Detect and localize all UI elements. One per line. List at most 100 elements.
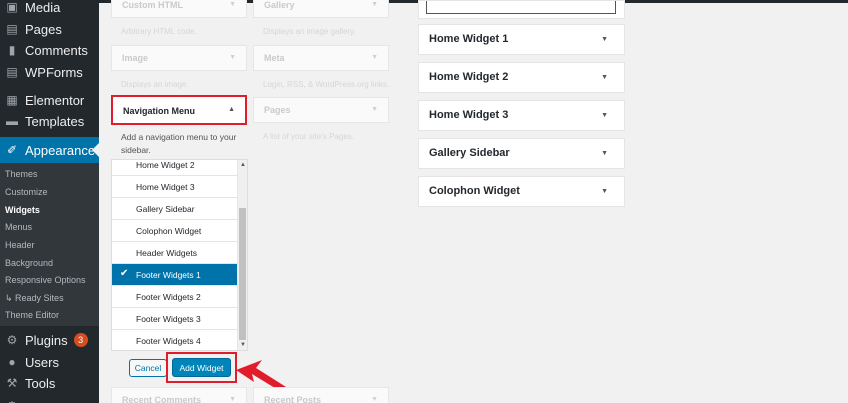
sidebar-widget-area-bottom [418, 0, 625, 19]
list-item[interactable]: Footer Widgets 3 [112, 308, 238, 330]
submenu-customize[interactable]: Customize [5, 185, 48, 199]
elementor-icon: ▦ [6, 93, 18, 107]
plugins-icon: ⚙ [6, 333, 18, 347]
wpforms-icon: ▤ [6, 65, 18, 79]
settings-icon: ⚙ [5, 399, 19, 403]
widget-title: Navigation Menu [123, 106, 196, 116]
submenu-widgets[interactable]: Widgets [5, 203, 40, 217]
sidebar-title: Colophon Widget [429, 185, 520, 197]
submenu-theme-editor[interactable]: Theme Editor [5, 308, 59, 322]
sidebar-title: Gallery Sidebar [429, 147, 510, 159]
menu-item-pages[interactable]: ▤ Pages [0, 18, 99, 40]
sidebar-colophon-widget[interactable]: Colophon Widget ▼ [418, 176, 625, 207]
list-item[interactable]: Home Widget 2 [112, 160, 238, 176]
widget-description: Add a navigation menu to your sidebar. [121, 132, 237, 155]
list-item[interactable]: Footer Widgets 2 [112, 286, 238, 308]
menu-item-label: Elementor [25, 92, 85, 108]
widget-description: Arbitrary HTML code. [121, 27, 197, 36]
sidebar-home-widget-3[interactable]: Home Widget 3 ▼ [418, 100, 625, 131]
sidebar-home-widget-2[interactable]: Home Widget 2 ▼ [418, 62, 625, 93]
widget-custom-html[interactable]: Custom HTML ▼ [111, 0, 247, 18]
menu-item-label: Plugins [25, 332, 68, 348]
list-item[interactable]: Footer Widgets 4 [112, 330, 238, 350]
widget-pages[interactable]: Pages ▼ [253, 97, 389, 123]
menu-item-settings[interactable]: ⚙ [0, 395, 99, 403]
scroll-thumb[interactable] [239, 208, 246, 340]
widget-image[interactable]: Image ▼ [111, 45, 247, 71]
list-item[interactable]: Colophon Widget [112, 220, 238, 242]
menu-item-appearance[interactable]: ✐ Appearance [0, 137, 99, 163]
widget-title: Image [122, 53, 149, 63]
widget-meta[interactable]: Meta ▼ [253, 45, 389, 71]
add-widget-button[interactable]: Add Widget [172, 358, 231, 377]
chevron-down-icon[interactable]: ▼ [601, 188, 608, 195]
submenu-themes[interactable]: Themes [5, 167, 38, 181]
sidebar-title: Home Widget 1 [429, 33, 509, 45]
chevron-down-icon[interactable]: ▼ [371, 396, 378, 403]
sidebar-widget-area-inner [426, 1, 616, 14]
appearance-submenu: Themes Customize Widgets Menus Header Ba… [0, 163, 99, 326]
widget-description: Login, RSS, & WordPress.org links. [263, 80, 390, 89]
chevron-down-icon[interactable]: ▼ [601, 150, 608, 157]
widget-recent-posts[interactable]: Recent Posts ▼ [253, 387, 389, 403]
list-item[interactable]: Header Widgets [112, 242, 238, 264]
media-icon: ▣ [6, 0, 18, 14]
widget-title: Gallery [264, 0, 295, 10]
menu-item-label: Appearance [25, 142, 96, 158]
sidebar-title: Home Widget 2 [429, 71, 509, 83]
chevron-down-icon[interactable]: ▼ [229, 396, 236, 403]
chevron-down-icon[interactable]: ▼ [229, 1, 236, 8]
widget-title: Pages [264, 105, 291, 115]
users-icon: ● [8, 355, 16, 369]
list-item-selected[interactable]: ✔ Footer Widgets 1 [112, 264, 238, 286]
widget-title: Meta [264, 53, 285, 63]
menu-item-comments[interactable]: ▮ Comments [0, 39, 99, 61]
chevron-up-icon[interactable]: ▲ [228, 106, 235, 113]
menu-item-templates[interactable]: ▬ Templates [0, 110, 99, 132]
admin-sidebar: ▣ Media ▤ Pages ▮ Comments ▤ WPForms ▦ E… [0, 0, 99, 403]
menu-item-elementor[interactable]: ▦ Elementor [0, 89, 99, 111]
list-scrollbar[interactable]: ▲ ▼ [237, 160, 247, 350]
appearance-icon: ✐ [6, 143, 18, 157]
comments-icon: ▮ [8, 43, 16, 57]
scroll-down-arrow-icon[interactable]: ▼ [240, 342, 246, 348]
menu-item-label: Templates [25, 113, 85, 129]
scroll-up-arrow-icon[interactable]: ▲ [240, 162, 246, 168]
current-menu-caret [92, 143, 99, 157]
widget-gallery[interactable]: Gallery ▼ [253, 0, 389, 18]
sidebar-home-widget-1[interactable]: Home Widget 1 ▼ [418, 24, 625, 55]
menu-item-label: Tools [25, 375, 56, 391]
chevron-down-icon[interactable]: ▼ [371, 54, 378, 61]
widget-navigation-menu[interactable]: Navigation Menu ▲ [111, 95, 247, 125]
list-item[interactable]: Gallery Sidebar [112, 198, 238, 220]
update-count-badge: 3 [73, 333, 88, 347]
chevron-down-icon[interactable]: ▼ [371, 1, 378, 8]
menu-item-label: Users [25, 354, 59, 370]
widget-title: Recent Comments [122, 395, 202, 403]
menu-item-label: WPForms [25, 64, 83, 80]
submenu-menus[interactable]: Menus [5, 220, 32, 234]
submenu-header[interactable]: Header [5, 238, 35, 252]
menu-item-tools[interactable]: ⚒ Tools [0, 372, 99, 394]
chevron-down-icon[interactable]: ▼ [601, 36, 608, 43]
pages-icon: ▤ [6, 22, 18, 36]
menu-item-users[interactable]: ● Users [0, 351, 99, 373]
list-item[interactable]: Home Widget 3 [112, 176, 238, 198]
tools-icon: ⚒ [6, 376, 18, 390]
sidebar-gallery-sidebar[interactable]: Gallery Sidebar ▼ [418, 138, 625, 169]
menu-item-media[interactable]: ▣ Media [0, 0, 99, 18]
chevron-down-icon[interactable]: ▼ [601, 74, 608, 81]
widget-recent-comments[interactable]: Recent Comments ▼ [111, 387, 247, 403]
menu-item-label: Comments [25, 42, 88, 58]
chevron-down-icon[interactable]: ▼ [229, 54, 236, 61]
chevron-down-icon[interactable]: ▼ [601, 112, 608, 119]
menu-item-plugins[interactable]: ⚙ Plugins 3 [0, 329, 99, 351]
submenu-ready-sites[interactable]: ↳ Ready Sites [5, 291, 64, 305]
chevron-down-icon[interactable]: ▼ [371, 106, 378, 113]
cancel-button[interactable]: Cancel [129, 359, 167, 377]
menu-item-wpforms[interactable]: ▤ WPForms [0, 61, 99, 83]
sidebar-chooser-list[interactable]: Home Widget 2 Home Widget 3 Gallery Side… [111, 159, 248, 351]
templates-icon: ▬ [6, 114, 18, 128]
submenu-responsive-options[interactable]: Responsive Options [5, 273, 86, 287]
submenu-background[interactable]: Background [5, 256, 53, 270]
